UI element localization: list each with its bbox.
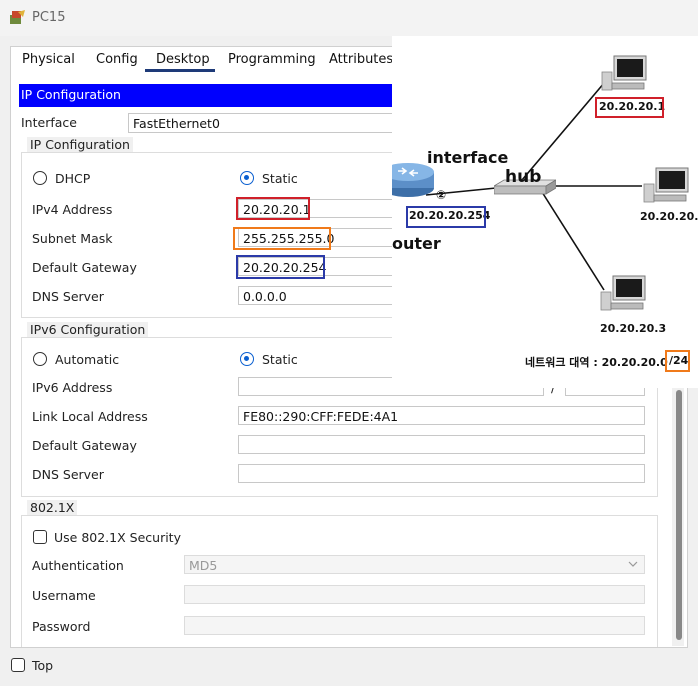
ipv6-gateway-label: Default Gateway (32, 438, 137, 453)
password-label: Password (32, 619, 91, 634)
subnet-mask-highlight-box (233, 227, 331, 250)
ipv4-address-label: IPv4 Address (32, 202, 113, 217)
interface-label: Interface (21, 115, 77, 130)
tab-config[interactable]: Config (96, 52, 138, 67)
tab-programming[interactable]: Programming (228, 52, 316, 67)
ipv6-group-title: IPv6 Configuration (27, 322, 149, 337)
ipv4-group-title: IP Configuration (27, 137, 133, 152)
pc2-ip-label: 20.20.20.2 (640, 210, 698, 223)
top-label: Top (32, 658, 54, 673)
static-radio[interactable] (240, 171, 254, 185)
interface-label: interface (427, 148, 509, 167)
dhcp-radio[interactable] (33, 171, 47, 185)
authentication-select[interactable]: MD5 (184, 555, 645, 574)
subnet-mask-label: Subnet Mask (32, 231, 113, 246)
pc2-computer-icon (643, 167, 689, 203)
scrollbar-thumb[interactable] (676, 390, 682, 640)
gateway-highlight-box (236, 255, 325, 279)
link-local-label: Link Local Address (32, 409, 148, 424)
ipv6-gateway-input[interactable] (238, 435, 645, 454)
link-local-input[interactable]: FE80::290:CFF:FEDE:4A1 (238, 406, 645, 425)
window-title: PC15 (32, 10, 66, 25)
pc3-computer-icon (600, 275, 646, 311)
ipv4-highlight-box (236, 197, 310, 220)
link-local-value: FE80::290:CFF:FEDE:4A1 (243, 409, 399, 424)
dns-server-input[interactable]: 0.0.0.0 (238, 286, 398, 305)
dns-server-value: 0.0.0.0 (243, 289, 287, 304)
ipv6-address-label: IPv6 Address (32, 380, 113, 395)
dns-server-label: DNS Server (32, 289, 104, 304)
interface-select[interactable]: FastEthernet0 (128, 113, 398, 133)
chevron-down-icon (628, 561, 638, 567)
tab-desktop-active-indicator (145, 69, 215, 72)
network-prefix-highlight-box (665, 350, 690, 372)
router-label: outer (392, 234, 441, 253)
username-input[interactable] (184, 585, 645, 604)
default-gateway-label: Default Gateway (32, 260, 137, 275)
username-label: Username (32, 588, 96, 603)
dhcp-label: DHCP (55, 171, 91, 186)
pc3-ip-label: 20.20.20.3 (600, 322, 667, 335)
packet-tracer-app-icon (10, 10, 25, 24)
network-range-label: 네트워크 대역 : 20.20.20.0 (525, 356, 668, 369)
interface-value: FastEthernet0 (133, 116, 220, 131)
port-number-label: ② (436, 188, 447, 202)
authentication-label: Authentication (32, 558, 124, 573)
title-bar (0, 0, 698, 36)
ipv6-automatic-label: Automatic (55, 352, 120, 367)
ipv6-static-radio[interactable] (240, 352, 254, 366)
use-dot1x-checkbox[interactable] (33, 530, 47, 544)
ipv6-automatic-radio[interactable] (33, 352, 47, 366)
ip-configuration-header-title: IP Configuration (21, 87, 121, 102)
pc1-ip-highlight-box (595, 97, 664, 118)
router-ip-highlight-box (406, 206, 486, 228)
use-dot1x-label: Use 802.1X Security (54, 530, 181, 545)
network-diagram: interface ② outer 20.20.20.254 hub 20.20… (392, 36, 698, 388)
tab-physical[interactable]: Physical (22, 52, 75, 67)
ipv6-dns-label: DNS Server (32, 467, 104, 482)
authentication-value: MD5 (189, 558, 218, 573)
tab-desktop[interactable]: Desktop (156, 52, 210, 67)
dot1x-group-title: 802.1X (27, 500, 78, 515)
pc1-computer-icon (601, 55, 647, 91)
static-label: Static (262, 171, 298, 186)
ipv6-dns-input[interactable] (238, 464, 645, 483)
tab-attributes[interactable]: Attributes (329, 52, 393, 67)
password-input[interactable] (184, 616, 645, 635)
hub-label: hub (505, 167, 542, 187)
top-checkbox[interactable] (11, 658, 25, 672)
ipv6-static-label: Static (262, 352, 298, 367)
